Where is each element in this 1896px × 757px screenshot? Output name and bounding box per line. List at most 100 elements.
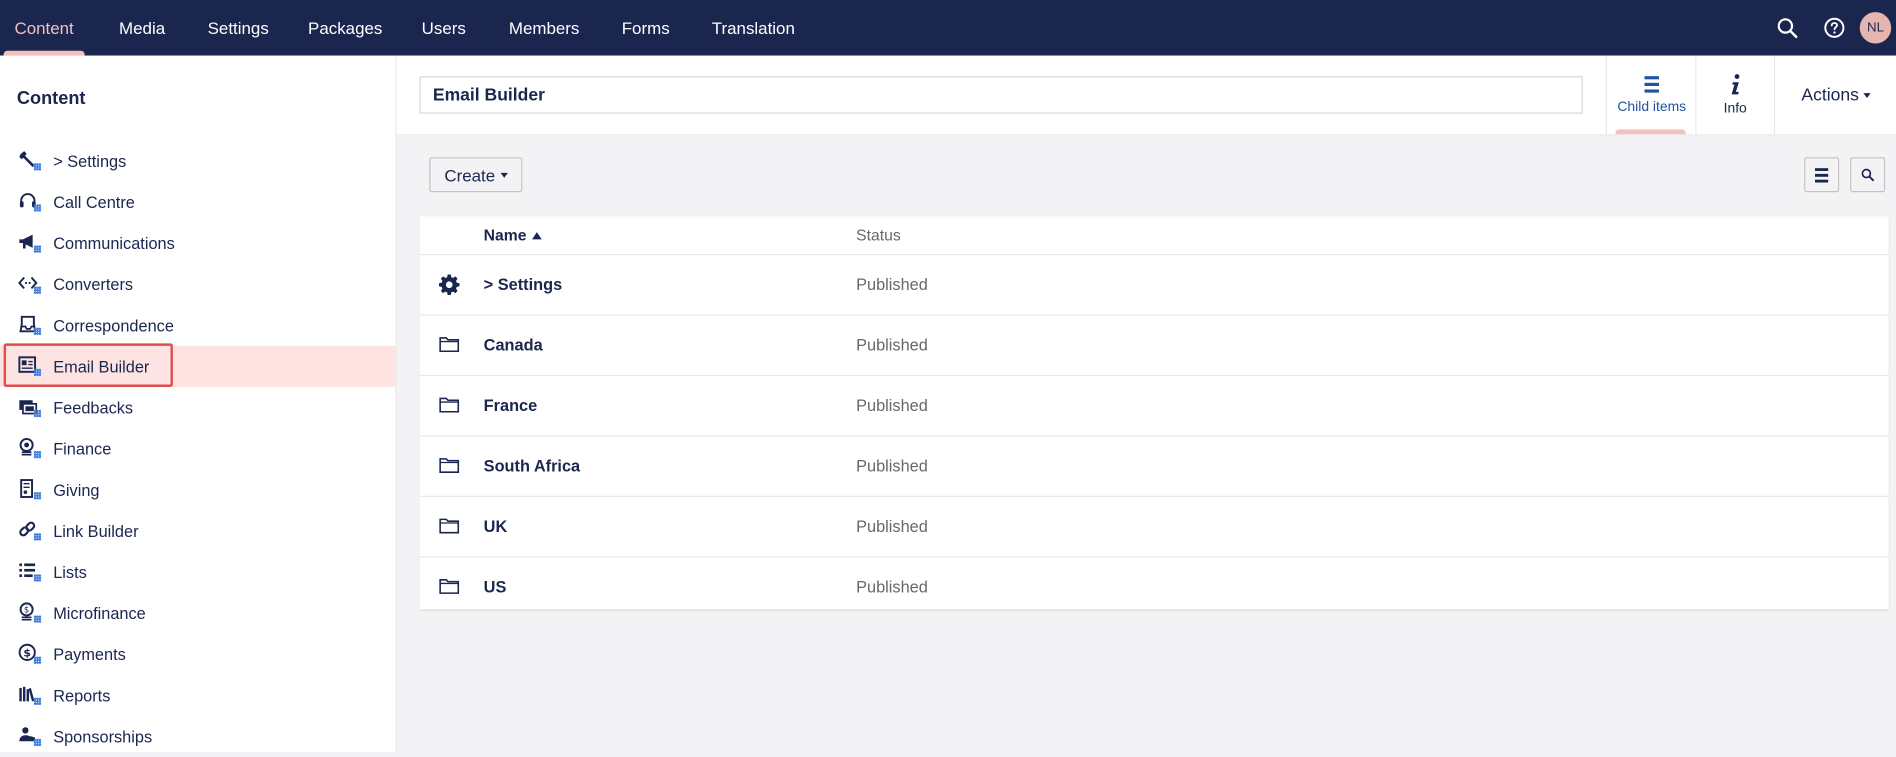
chevron-down-icon [1863,92,1871,98]
actions-dropdown[interactable]: Actions [1773,55,1896,135]
tab-settings[interactable]: Settings [196,0,281,56]
folder-icon [439,516,460,540]
avatar-initials: NL [1866,20,1884,36]
table-row[interactable]: UK Published [419,497,1889,558]
comments-icon [0,387,53,428]
create-button[interactable]: Create [429,157,523,193]
tree-item-communications[interactable]: Communications [0,222,395,263]
tree-item-lists[interactable]: Lists [0,551,395,592]
coin-stack-icon: $ [0,593,53,634]
top-navigation-bar: Content Media Settings Packages Users Me… [0,0,1896,56]
row-name: France [483,396,538,415]
search-icon [1861,168,1875,182]
receipt-icon [0,469,53,510]
content-tree: > Settings Call Centre Communications Co… [0,140,396,757]
tree-item-label: Lists [53,562,87,582]
tree-item-label: Email Builder [53,357,150,376]
tab-media[interactable]: Media [88,0,196,56]
layout-icon [0,346,53,387]
row-status: Published [856,396,928,415]
list-view-toggle-button[interactable] [1804,157,1840,193]
tab-content[interactable]: Content [0,0,88,56]
row-name: > Settings [483,275,563,294]
folder-icon [439,335,460,359]
tree-item-call-centre[interactable]: Call Centre [0,181,395,222]
name-column-header[interactable]: Name [484,226,543,244]
folder-icon [439,395,460,419]
child-items-label: Child items [1617,100,1687,115]
coins-icon [0,428,53,469]
tree-item-microfinance[interactable]: $ Microfinance [0,593,395,634]
search-icon[interactable] [1763,0,1810,56]
tab-label: Packages [308,18,383,38]
table-row[interactable]: > Settings Published [419,255,1889,316]
tree-item-link-builder[interactable]: Link Builder [0,510,395,551]
tree-item-reports[interactable]: Reports [0,675,395,716]
svg-text:$: $ [23,647,31,660]
tree-item-payments[interactable]: $ Payments [0,634,395,675]
list-header: Name Status [419,216,1889,256]
row-status: Published [856,517,928,536]
dollar-coin-icon: $ [0,634,53,675]
row-name: US [483,577,507,597]
gear-icon [438,274,460,301]
books-icon [0,675,53,716]
tab-label: Forms [621,18,670,38]
node-name-input[interactable] [419,76,1583,114]
inbox-icon [0,305,53,346]
table-row[interactable]: Canada Published [419,316,1889,377]
help-icon[interactable] [1810,0,1857,56]
row-name: South Africa [483,457,581,476]
tab-label: Translation [711,18,795,38]
tree-item-label: Feedbacks [53,398,134,417]
tree-item-label: Communications [53,233,175,253]
app-root: Content Media Settings Packages Users Me… [0,0,1896,753]
actions-label: Actions [1801,85,1859,105]
tab-label: Members [508,18,580,38]
tree-item-feedbacks[interactable]: Feedbacks [0,387,395,428]
folder-icon [439,456,460,480]
info-label: Info [1723,101,1747,117]
code-icon [0,264,53,305]
tree-item-label: Reports [53,686,111,705]
table-row[interactable]: US Published [420,557,1889,616]
tab-translation[interactable]: Translation [681,0,826,56]
tree-item-label: Call Centre [53,192,135,212]
tab-users[interactable]: Users [410,0,478,56]
chevron-down-icon [500,172,508,178]
row-name: Canada [483,336,543,355]
tree-item-converters[interactable]: Converters [0,264,395,305]
tree-item-label: > Settings [53,151,127,170]
tree-item-giving[interactable]: Giving [0,469,395,510]
tab-members[interactable]: Members [478,0,611,56]
tab-packages[interactable]: Packages [281,0,410,56]
link-icon [0,510,53,551]
tree-item-email-builder[interactable]: Email Builder [0,345,396,387]
tab-label: Users [421,18,466,38]
status-column-header[interactable]: Status [856,226,901,244]
table-row[interactable]: France Published [419,376,1889,437]
handshake-icon [0,716,53,757]
tree-item-label: Link Builder [53,521,139,540]
name-column-label: Name [483,226,527,245]
tab-forms[interactable]: Forms [611,0,681,56]
sidebar-title: Content [16,88,86,109]
tree-item-sponsorships[interactable]: Sponsorships [0,716,395,757]
child-items-list: Name Status > Settings Published Canada … [419,216,1889,610]
user-avatar[interactable]: NL [1859,12,1892,44]
tree-item-label: Sponsorships [53,727,153,746]
child-items-button[interactable]: Child items [1605,55,1697,135]
search-list-button[interactable] [1850,157,1886,193]
tree-item-settings[interactable]: > Settings [0,140,395,181]
table-row[interactable]: South Africa Published [419,437,1889,497]
info-icon [1731,74,1740,95]
list-icon [1815,167,1829,182]
svg-text:$: $ [24,604,29,614]
megaphone-icon [0,222,53,263]
tree-item-finance[interactable]: Finance [0,428,395,469]
wrench-icon [0,140,53,181]
info-button[interactable]: Info [1695,55,1774,135]
section-tabs: Content Media Settings Packages Users Me… [0,0,826,56]
sort-ascending-icon [532,232,543,240]
tree-item-correspondence[interactable]: Correspondence [0,305,395,346]
